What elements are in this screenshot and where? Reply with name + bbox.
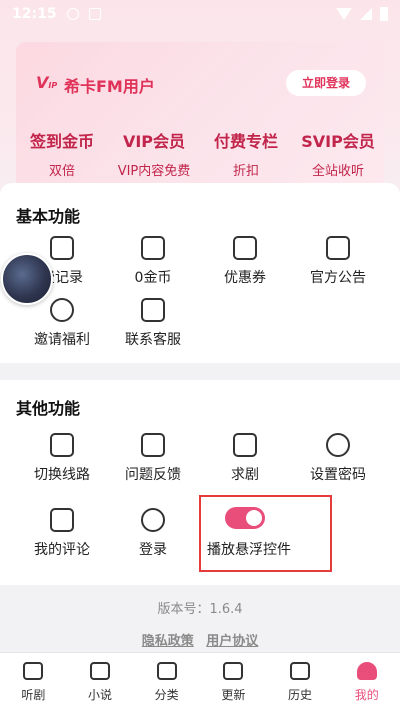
grid-item-coins[interactable]: 0金币: [103, 233, 203, 287]
update-icon: [223, 662, 244, 680]
nav-item-update[interactable]: 更新: [200, 653, 267, 712]
section-title: 其他功能: [16, 399, 81, 418]
nav-item-listen[interactable]: 听剧: [0, 653, 67, 712]
perk-item[interactable]: SVIP会员 全站收听: [292, 128, 384, 179]
grid-item-label: 设置密码: [310, 467, 366, 483]
grid-item-coupons[interactable]: 优惠券: [195, 233, 295, 287]
version-text: 版本号：1.6.4: [157, 602, 243, 617]
perk-sub: 折扣: [232, 164, 259, 179]
history-icon: [290, 662, 311, 680]
basic-functions-panel: 基本功能 费记录 0金币 优惠券 官方公告 邀请福利 联系客服: [0, 183, 400, 363]
footer-links: 隐私政策 用户协议: [0, 630, 400, 649]
perk-item[interactable]: VIP会员 VIP内容免费: [108, 128, 200, 179]
coupon-icon: [229, 233, 257, 260]
perk-item[interactable]: 签到金币 双倍: [16, 128, 108, 179]
other-functions-panel: 其他功能 切换线路 问题反馈 求剧 设置密码 我的评论 登录 播放悬浮控件: [0, 380, 400, 585]
grid-item-announcements[interactable]: 官方公告: [288, 233, 388, 287]
book-icon: [90, 662, 110, 680]
perk-title: 签到金币: [29, 132, 94, 151]
nav-item-category[interactable]: 分类: [133, 653, 200, 712]
login-now-button[interactable]: 立即登录: [286, 70, 366, 96]
grid-item-label: 登录: [139, 542, 167, 558]
user-agreement-link[interactable]: 用户协议: [206, 634, 258, 649]
radio-icon: [23, 662, 44, 680]
nav-label: 历史: [288, 688, 313, 702]
battery-icon: [380, 7, 388, 21]
grid-item-label: 问题反馈: [125, 467, 181, 483]
bottom-nav: 听剧 小说 分类 更新 历史 我的: [0, 652, 400, 712]
nav-label: 分类: [154, 688, 179, 702]
vip-perks: 签到金币 双倍 VIP会员 VIP内容免费 付费专栏 折扣 SVIP会员 全站收…: [16, 128, 384, 179]
heart-handshake-icon: [46, 295, 74, 322]
nav-label: 我的: [354, 688, 379, 702]
perk-sub: VIP内容免费: [117, 164, 191, 179]
grid-item-label: 我的评论: [34, 542, 90, 558]
vip-logo-icon: VIP: [36, 73, 58, 92]
comment-icon: [46, 505, 74, 532]
section-title: 基本功能: [16, 207, 81, 226]
perk-title: VIP会员: [122, 132, 186, 151]
perk-title: 付费专栏: [213, 132, 278, 151]
vip-card[interactable]: VIP 希卡FM用户 立即登录 签到金币 双倍 VIP会员 VIP内容免费 付费…: [16, 42, 384, 192]
perk-item[interactable]: 付费专栏 折扣: [200, 128, 292, 179]
grid-item-label: 求剧: [231, 467, 259, 483]
gear-icon: [322, 430, 350, 457]
wallet-icon: [137, 233, 165, 260]
signal-icon: [360, 8, 372, 20]
floating-control-toggle[interactable]: [225, 507, 265, 529]
clipboard-icon: [46, 233, 74, 260]
grid-item-feedback[interactable]: 问题反馈: [103, 430, 203, 484]
grid-item-label: 优惠券: [224, 270, 266, 286]
profile-icon: [356, 662, 377, 680]
grid-item-label: 联系客服: [125, 332, 181, 348]
grid-item-support[interactable]: 联系客服: [103, 295, 203, 349]
nav-item-history[interactable]: 历史: [267, 653, 334, 712]
feedback-icon: [137, 430, 165, 457]
request-icon: [229, 430, 257, 457]
user-name: 希卡FM用户: [64, 77, 155, 96]
perk-sub: 双倍: [48, 164, 75, 179]
privacy-policy-link[interactable]: 隐私政策: [142, 634, 194, 649]
grid-item-switch-route[interactable]: 切换线路: [12, 430, 112, 484]
grid-item-label: 0金币: [134, 270, 172, 286]
status-bar: 12:15: [0, 0, 400, 28]
grid-item-label: 官方公告: [310, 270, 366, 286]
grid-item-invite[interactable]: 邀请福利: [12, 295, 112, 349]
grid-item-label: 切换线路: [34, 467, 90, 483]
grid-item-label: 邀请福利: [34, 332, 90, 348]
nav-label: 听剧: [21, 688, 46, 702]
status-time: 12:15: [12, 6, 57, 22]
wifi-icon: [336, 8, 352, 20]
grid-item-login[interactable]: 登录: [103, 505, 203, 559]
grid-item-request[interactable]: 求剧: [195, 430, 295, 484]
perk-sub: 全站收听: [311, 164, 364, 179]
toggle-label: 播放悬浮控件: [207, 542, 291, 558]
notification-icon: [66, 8, 79, 20]
power-icon: [137, 505, 165, 532]
switch-route-icon: [46, 430, 74, 457]
category-icon: [156, 662, 177, 680]
service-icon: [137, 295, 165, 322]
floating-avatar[interactable]: [1, 253, 53, 305]
grid-item-set-password[interactable]: 设置密码: [288, 430, 388, 484]
nav-label: 小说: [88, 688, 113, 702]
app-notification-icon: [88, 8, 101, 20]
nav-item-novel[interactable]: 小说: [67, 653, 134, 712]
speaker-icon: [322, 233, 350, 260]
nav-item-mine[interactable]: 我的: [333, 653, 400, 712]
floating-control-highlight: 播放悬浮控件: [199, 495, 332, 572]
perk-title: SVIP会员: [301, 132, 375, 151]
nav-label: 更新: [221, 688, 246, 702]
grid-item-my-comments[interactable]: 我的评论: [12, 505, 112, 559]
